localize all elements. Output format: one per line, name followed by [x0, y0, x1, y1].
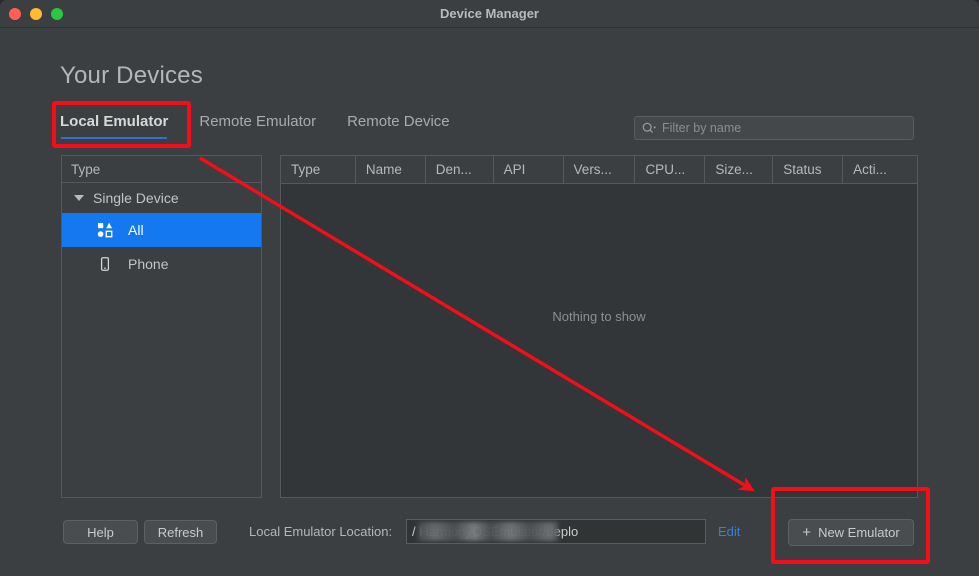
tab-remote-device[interactable]: Remote Device	[347, 113, 450, 139]
column-header-density[interactable]: Den...	[426, 156, 494, 183]
device-table-panel: Type Name Den... API Vers... CPU... Size…	[280, 155, 918, 498]
redacted-path-overlay	[418, 522, 558, 541]
sidebar-item-phone[interactable]: Phone	[62, 247, 261, 281]
device-manager-window: Device Manager Your Devices Local Emulat…	[0, 0, 979, 576]
column-header-size[interactable]: Size...	[705, 156, 774, 183]
plus-icon: +	[802, 524, 812, 541]
phone-icon	[96, 255, 114, 273]
new-emulator-label: New Emulator	[818, 525, 900, 540]
tree-group-label: Single Device	[93, 190, 179, 206]
refresh-button[interactable]: Refresh	[144, 520, 217, 544]
chevron-down-icon[interactable]	[74, 195, 84, 201]
sidebar-item-label-phone: Phone	[128, 256, 169, 272]
tab-local-emulator[interactable]: Local Emulator	[60, 113, 168, 139]
table-body: Nothing to show	[281, 184, 917, 497]
column-header-status[interactable]: Status	[773, 156, 844, 183]
column-header-name[interactable]: Name	[356, 156, 426, 183]
page-title: Your Devices	[60, 62, 203, 89]
table-header-row: Type Name Den... API Vers... CPU... Size…	[281, 156, 917, 184]
local-emulator-location-label: Local Emulator Location:	[249, 524, 393, 539]
column-header-cpu[interactable]: CPU...	[635, 156, 706, 183]
shapes-grid-icon	[96, 221, 114, 239]
sidebar-item-all[interactable]: All	[62, 213, 261, 247]
device-type-sidebar: Type Single Device All Phone	[61, 155, 262, 498]
tab-bar: Local Emulator Remote Emulator Remote De…	[60, 113, 481, 139]
tree-group-single-device[interactable]: Single Device	[62, 183, 261, 213]
window-title: Device Manager	[440, 6, 539, 21]
local-emulator-location-field[interactable]: / HarmonyOSEmulator/deplo	[406, 519, 706, 544]
column-header-actions[interactable]: Acti...	[843, 156, 917, 183]
window-titlebar: Device Manager	[0, 0, 979, 28]
edit-location-link[interactable]: Edit	[718, 524, 740, 539]
new-emulator-button[interactable]: + New Emulator	[788, 519, 914, 546]
help-button[interactable]: Help	[63, 520, 138, 544]
column-header-version[interactable]: Vers...	[564, 156, 636, 183]
search-icon[interactable]	[642, 122, 657, 135]
empty-state-message: Nothing to show	[552, 309, 646, 324]
filter-box[interactable]	[634, 116, 914, 140]
search-input[interactable]	[662, 121, 892, 135]
sidebar-header-type: Type	[62, 156, 261, 183]
tab-remote-emulator[interactable]: Remote Emulator	[199, 113, 316, 139]
sidebar-item-label-all: All	[128, 222, 144, 238]
column-header-type[interactable]: Type	[281, 156, 356, 183]
column-header-api[interactable]: API	[494, 156, 564, 183]
